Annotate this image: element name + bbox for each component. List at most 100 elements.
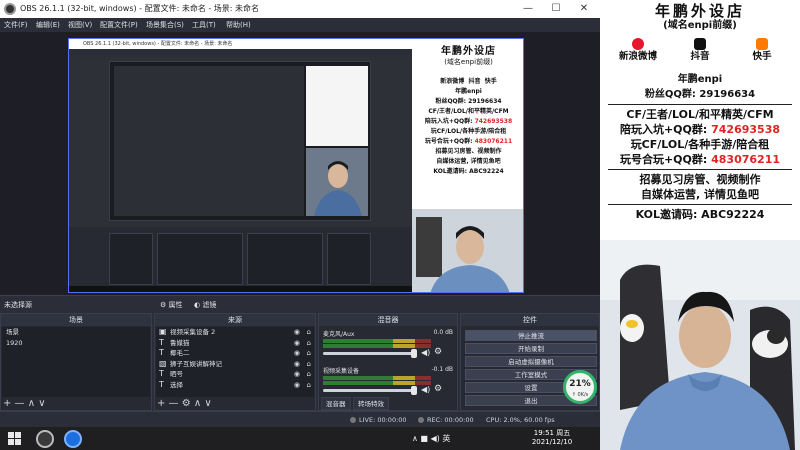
start-virtual-camera-button[interactable]: 启动虚拟摄像机 — [465, 356, 597, 367]
source-item[interactable]: ▣ 视频采集设备 2 ◉ ⌂ — [156, 327, 314, 338]
volume-slider[interactable] — [323, 352, 415, 355]
lock-icon[interactable]: ⌂ — [307, 369, 311, 380]
source-item[interactable]: T 鲁媒猫 ◉ ⌂ — [156, 338, 314, 349]
visibility-eye-icon[interactable]: ◉ — [294, 359, 300, 370]
menu-tools[interactable]: 工具(T) — [192, 18, 216, 32]
rec-status: REC: 00:00:00 — [418, 412, 474, 428]
lock-icon[interactable]: ⌂ — [307, 327, 311, 338]
volume-slider-handle[interactable] — [411, 386, 417, 395]
title-bar[interactable]: OBS 26.1.1 (32-bit, windows) - 配置文件: 未命名… — [0, 0, 600, 18]
obs-taskbar-icon[interactable] — [36, 430, 54, 448]
rec-indicator-icon — [418, 417, 424, 423]
filters-button[interactable]: ◐ 滤镜 — [194, 296, 216, 314]
visibility-eye-icon[interactable]: ◉ — [294, 327, 300, 338]
nested-promo-line6: 自媒体运营, 详情见鱼吧 — [436, 158, 501, 165]
nested-person-image — [314, 161, 362, 216]
speaker-icon[interactable]: ◀) — [421, 385, 430, 394]
menu-file[interactable]: 文件(F) — [4, 18, 28, 32]
properties-button[interactable]: ⚙ 属性 — [160, 296, 183, 314]
source-label: 椰毛二 — [170, 349, 190, 358]
social-weibo: 新浪微博 — [608, 38, 668, 64]
promo-subtitle: (域名enpi前缀) — [663, 20, 737, 31]
minimize-button[interactable]: — — [516, 0, 540, 18]
menu-view[interactable]: 视图(V) — [68, 18, 92, 32]
volume-meter — [323, 376, 431, 380]
visibility-eye-icon[interactable]: ◉ — [294, 348, 300, 359]
volume-slider[interactable] — [323, 389, 415, 392]
mixer-dock: 混音器 麦克风/Aux 0.0 dB ◀) ⚙ 视频采集设备 -0.1 dB ◀… — [318, 313, 458, 411]
gear-icon[interactable]: ⚙ — [434, 347, 442, 357]
gear-icon[interactable]: ⚙ — [434, 384, 442, 394]
menu-bar: 文件(F) 编辑(E) 视图(V) 配置文件(P) 场景集合(S) 工具(T) … — [0, 18, 600, 32]
visibility-eye-icon[interactable]: ◉ — [294, 369, 300, 380]
nested-screen-capture: OBS 26.1.1 (32-bit, windows) - 配置文件: 未命名… — [69, 39, 412, 292]
nested-sources-dock — [157, 233, 243, 285]
mixer-track: 麦克风/Aux 0.0 dB ◀) ⚙ — [321, 329, 455, 363]
streamer-image — [600, 240, 800, 450]
source-item[interactable]: T 选择 ◉ ⌂ — [156, 380, 314, 391]
scene-item[interactable]: 1920 — [2, 338, 150, 349]
scenes-dock: 场景 场景 1920 + — ∧ ∨ — [0, 313, 152, 411]
no-source-selected-label: 未选择源 — [4, 301, 32, 309]
image-icon: ▧ — [159, 358, 167, 368]
lock-icon[interactable]: ⌂ — [307, 359, 311, 370]
nested-promo-subtitle: (域名enpi前缀) — [444, 58, 493, 66]
nested-promo-line2-label: 陪玩入坑+QQ群: — [424, 118, 475, 125]
close-button[interactable]: ✕ — [572, 0, 596, 18]
browser-taskbar-icon[interactable] — [64, 430, 82, 448]
windows-start-icon[interactable] — [8, 432, 21, 445]
taskbar-clock[interactable]: 19:51 周五 2021/12/10 — [528, 429, 576, 447]
webcam-feed — [600, 240, 800, 450]
nested-promo-line2: 陪玩入坑+QQ群: 742693538 — [412, 117, 523, 127]
live-status: LIVE: 00:00:00 — [350, 412, 407, 428]
promo-title: 年鹏外设店 — [654, 2, 745, 20]
cpu-status: CPU: 2.0%, 60.00 fps — [486, 416, 555, 424]
nested-taskbar — [69, 286, 412, 292]
social-kuaishou: 快手 — [732, 38, 792, 64]
nested-promo-card: 年鹏外设店 (域名enpi前缀) 新浪微博 抖音 快手 年鹏enpi 粉丝QQ群… — [412, 39, 523, 209]
menu-scene-collection[interactable]: 场景集合(S) — [146, 18, 184, 32]
preview-canvas[interactable]: OBS 26.1.1 (32-bit, windows) - 配置文件: 未命名… — [68, 38, 524, 293]
sources-dock: 来源 ▣ 视频采集设备 2 ◉ ⌂ T 鲁媒猫 ◉ ⌂ T 椰毛二 ◉ ⌂ ▧ 狮子互娱讲解神记 ◉ ⌂… — [154, 313, 316, 411]
filters-label: 滤镜 — [202, 301, 217, 309]
source-label: 选择 — [170, 380, 183, 389]
text-icon: T — [159, 337, 164, 347]
preview-area[interactable]: OBS 26.1.1 (32-bit, windows) - 配置文件: 未命名… — [0, 32, 600, 295]
stop-streaming-button[interactable]: 停止推流 — [465, 330, 597, 341]
maximize-button[interactable]: ☐ — [544, 0, 568, 18]
visibility-eye-icon[interactable]: ◉ — [294, 338, 300, 349]
visibility-eye-icon[interactable]: ◉ — [294, 380, 300, 391]
source-label: 视频采集设备 2 — [170, 328, 216, 336]
source-item[interactable]: ▧ 狮子互娱讲解神记 ◉ ⌂ — [156, 359, 314, 370]
lock-icon[interactable]: ⌂ — [307, 380, 311, 391]
nested-menu-bar — [69, 49, 412, 57]
source-item[interactable]: T 椰毛二 ◉ ⌂ — [156, 348, 314, 359]
speaker-icon[interactable]: ◀) — [421, 348, 430, 357]
system-tray-icons[interactable]: ∧ ■ ◀) 英 — [412, 427, 450, 450]
mixer-track-name: 麦克风/Aux — [323, 331, 355, 338]
nested-social-douyin: 抖音 — [468, 78, 481, 85]
nested-promo-line4-label: 玩号合玩+QQ群: — [424, 138, 475, 145]
volume-slider-handle[interactable] — [411, 349, 417, 358]
sources-footer-controls[interactable]: + — ⚙ ∧ ∨ — [157, 397, 212, 410]
scenes-footer-controls[interactable]: + — ∧ ∨ — [3, 397, 46, 410]
menu-edit[interactable]: 编辑(E) — [36, 18, 60, 32]
nested-social-weibo: 新浪微博 — [440, 78, 465, 85]
menu-profile[interactable]: 配置文件(P) — [100, 18, 138, 32]
start-recording-button[interactable]: 开始录制 — [465, 343, 597, 354]
promo-name: 年鹏enpi — [677, 74, 723, 85]
menu-help[interactable]: 帮助(H) — [226, 18, 251, 32]
scene-item[interactable]: 场景 — [2, 327, 150, 338]
mixer-track: 视频采集设备 -0.1 dB ◀) ⚙ — [321, 366, 455, 400]
tab-transitions[interactable]: 转场特效 — [353, 397, 389, 410]
nested-promo-social-row: 新浪微博 抖音 快手 — [412, 77, 523, 87]
lock-icon[interactable]: ⌂ — [307, 338, 311, 349]
cpu-percent: 21% — [569, 379, 591, 389]
promo-kol-code: KOL邀请码: ABC92224 — [635, 208, 765, 221]
source-item[interactable]: T 晒号 ◉ ⌂ — [156, 369, 314, 380]
lock-icon[interactable]: ⌂ — [307, 348, 311, 359]
text-icon: T — [159, 369, 164, 379]
nested-promo-line4: 玩号合玩+QQ群: 483076211 — [412, 137, 523, 147]
status-bar: LIVE: 00:00:00 REC: 00:00:00 CPU: 2.0%, … — [0, 411, 600, 427]
tab-mixer[interactable]: 混音器 — [321, 397, 351, 410]
